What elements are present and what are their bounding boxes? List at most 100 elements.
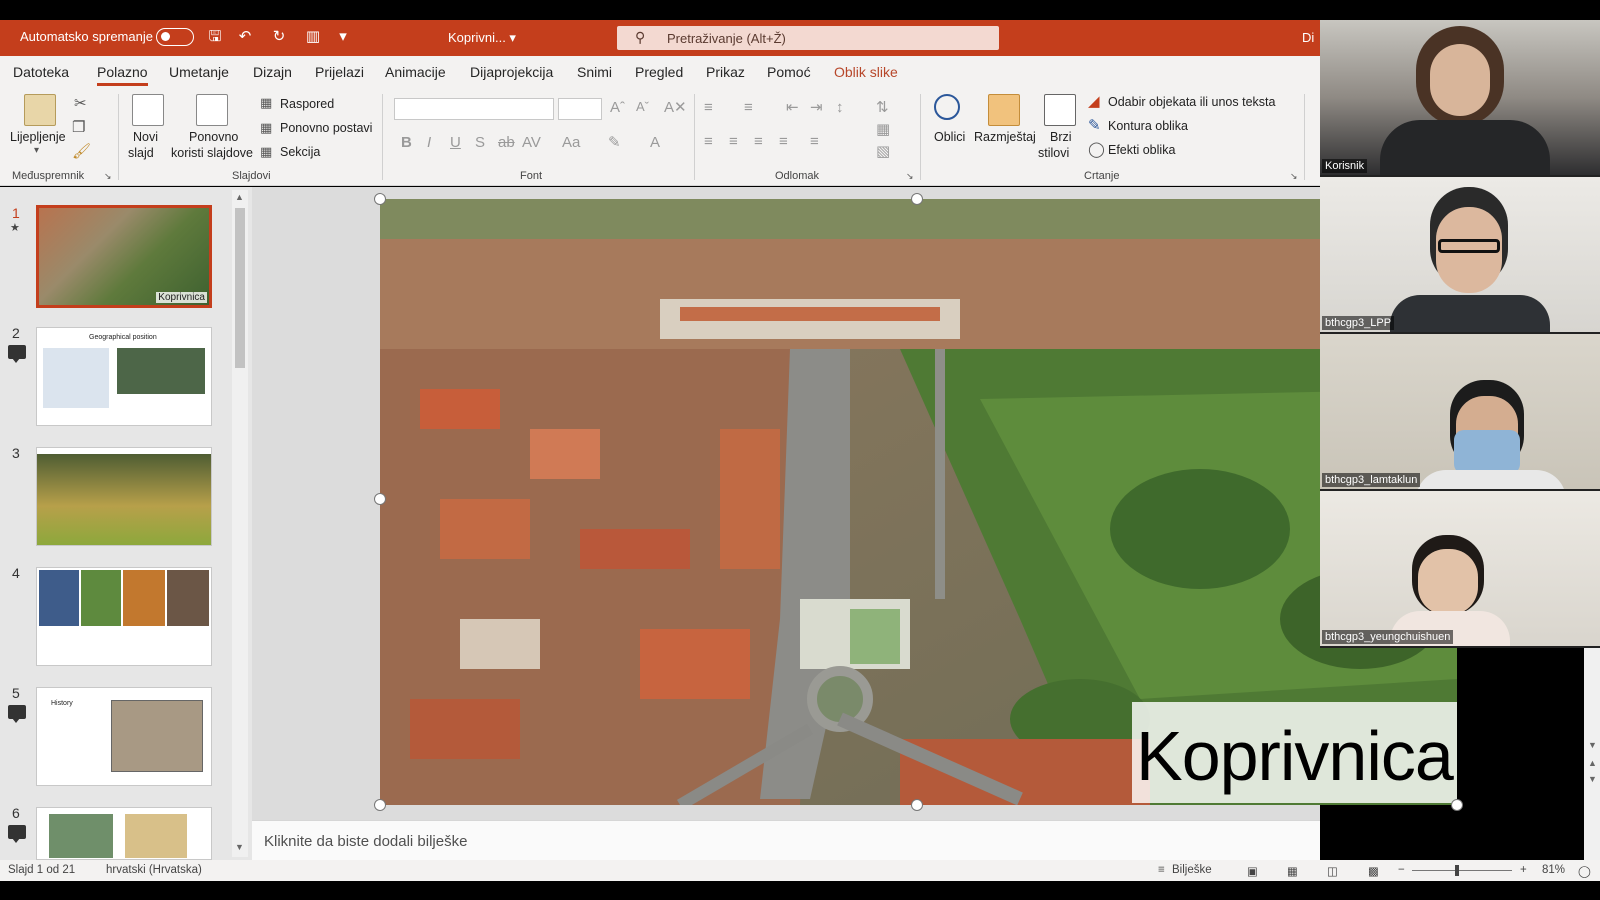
- save-icon[interactable]: 🖫: [206, 28, 224, 46]
- resize-handle[interactable]: [374, 799, 386, 811]
- customize-qat-icon[interactable]: ▾: [334, 28, 352, 46]
- thumbnail-slide-5[interactable]: History: [36, 687, 212, 786]
- notes-toggle-button[interactable]: Bilješke: [1172, 864, 1212, 876]
- thumbnail-scrollbar[interactable]: ▲ ▼: [232, 190, 248, 857]
- thumbnail-slide-2[interactable]: Geographical position: [36, 327, 212, 426]
- quick-styles-icon[interactable]: [1044, 94, 1076, 126]
- shrink-font-icon[interactable]: Aˇ: [636, 100, 649, 113]
- resize-handle[interactable]: [374, 193, 386, 205]
- align-text-icon[interactable]: ▦: [876, 122, 890, 137]
- comment-icon[interactable]: [8, 345, 26, 363]
- justify-icon[interactable]: ≡: [779, 134, 788, 149]
- arrange-icon[interactable]: [988, 94, 1020, 126]
- font-name-field[interactable]: [394, 98, 554, 120]
- user-name[interactable]: Di: [1302, 30, 1314, 45]
- zoom-slider-thumb[interactable]: [1455, 865, 1459, 876]
- cut-icon[interactable]: ✂: [74, 96, 87, 111]
- smartart-icon[interactable]: ▧: [876, 144, 890, 159]
- comment-icon[interactable]: [8, 825, 26, 843]
- paste-dropdown-icon[interactable]: ▾: [34, 146, 39, 156]
- shapes-button[interactable]: Oblici: [934, 130, 965, 144]
- shape-effects-button[interactable]: Efekti oblika: [1108, 143, 1175, 157]
- search-input[interactable]: ⚲ Pretraživanje (Alt+Ž): [617, 26, 999, 50]
- paste-button[interactable]: Lijepljenje: [10, 130, 66, 144]
- align-right-icon[interactable]: ≡: [754, 134, 763, 149]
- increase-indent-icon[interactable]: ⇥: [810, 100, 823, 115]
- tab-record[interactable]: Snimi: [577, 64, 612, 80]
- quick-styles-button[interactable]: Brzi: [1050, 130, 1072, 144]
- italic-icon[interactable]: I: [427, 135, 431, 150]
- shadow-icon[interactable]: S: [475, 135, 485, 150]
- section-button[interactable]: Sekcija: [280, 145, 320, 159]
- format-painter-icon[interactable]: 🖌: [72, 144, 91, 159]
- video-tile[interactable]: bthcgp3_yeungchuishuen: [1320, 491, 1600, 646]
- notes-pane[interactable]: Kliknite da biste dodali bilješke: [252, 820, 1320, 860]
- scroll-down-icon[interactable]: ▼: [1588, 740, 1597, 750]
- notes-toggle-icon[interactable]: ≡: [1158, 864, 1165, 876]
- resize-handle[interactable]: [374, 493, 386, 505]
- char-spacing-icon[interactable]: AV: [522, 135, 541, 150]
- resize-handle[interactable]: [911, 799, 923, 811]
- thumbnail-slide-3[interactable]: [36, 447, 212, 546]
- scroll-up-icon[interactable]: ▲: [235, 192, 244, 202]
- reset-button[interactable]: Ponovno postavi: [280, 121, 372, 135]
- arrange-button[interactable]: Razmještaj: [974, 130, 1036, 144]
- previous-slide-icon[interactable]: ▲: [1588, 758, 1597, 768]
- zoom-level[interactable]: 81%: [1542, 864, 1565, 876]
- shape-outline-button[interactable]: Kontura oblika: [1108, 119, 1188, 133]
- resize-handle[interactable]: [911, 193, 923, 205]
- comment-icon[interactable]: [8, 705, 26, 723]
- slideshow-icon[interactable]: ▩: [1368, 864, 1379, 878]
- zoom-out-icon[interactable]: −: [1398, 864, 1405, 876]
- reuse-slides-icon[interactable]: [196, 94, 228, 126]
- tab-transitions[interactable]: Prijelazi: [315, 64, 364, 80]
- paragraph-launcher-icon[interactable]: ↘: [906, 172, 914, 181]
- font-size-field[interactable]: [558, 98, 602, 120]
- select-objects-button[interactable]: Odabir objekata ili unos teksta: [1108, 95, 1275, 109]
- document-title[interactable]: Koprivni... ▾: [448, 30, 516, 46]
- clear-formatting-icon[interactable]: A✕: [664, 100, 687, 115]
- bold-icon[interactable]: B: [401, 135, 412, 150]
- undo-icon[interactable]: ↶: [236, 28, 254, 46]
- normal-view-icon[interactable]: ▣: [1247, 864, 1258, 878]
- slide-sorter-icon[interactable]: ▦: [1287, 864, 1298, 878]
- redo-icon[interactable]: ↻: [270, 28, 288, 46]
- language-indicator[interactable]: hrvatski (Hrvatska): [106, 864, 202, 876]
- tab-slideshow[interactable]: Dijaprojekcija: [470, 64, 553, 80]
- video-tile[interactable]: Korisnik: [1320, 20, 1600, 175]
- slide-scrollbar[interactable]: ▼ ▲ ▼: [1584, 648, 1600, 860]
- bullets-icon[interactable]: ≡: [704, 100, 713, 115]
- drawing-launcher-icon[interactable]: ↘: [1290, 172, 1298, 181]
- paste-icon[interactable]: [24, 94, 56, 126]
- reading-view-icon[interactable]: ◫: [1327, 864, 1338, 878]
- tab-review[interactable]: Pregled: [635, 64, 683, 80]
- decrease-indent-icon[interactable]: ⇤: [786, 100, 799, 115]
- slide-title-box[interactable]: Koprivnica: [1132, 702, 1457, 803]
- present-icon[interactable]: ▥: [304, 28, 322, 46]
- scroll-down-icon[interactable]: ▼: [235, 842, 244, 852]
- copy-icon[interactable]: ❐: [72, 120, 85, 135]
- tab-file[interactable]: Datoteka: [13, 64, 69, 80]
- resize-handle[interactable]: [1451, 799, 1463, 811]
- text-direction-icon[interactable]: ⇅: [876, 100, 889, 115]
- tab-view[interactable]: Prikaz: [706, 64, 745, 80]
- new-slide-icon[interactable]: [132, 94, 164, 126]
- zoom-slider[interactable]: [1412, 870, 1512, 871]
- thumbnail-slide-6[interactable]: [36, 807, 212, 860]
- strikethrough-icon[interactable]: ab: [498, 135, 515, 150]
- highlight-icon[interactable]: ✎: [608, 135, 621, 150]
- tab-picture-format[interactable]: Oblik slike: [834, 64, 898, 80]
- scrollbar-thumb[interactable]: [235, 208, 245, 368]
- thumbnail-slide-1[interactable]: Koprivnica: [36, 205, 212, 308]
- fit-to-window-icon[interactable]: ◯: [1578, 864, 1591, 878]
- autosave-toggle[interactable]: [156, 28, 194, 46]
- clipboard-launcher-icon[interactable]: ↘: [104, 172, 112, 181]
- underline-icon[interactable]: U: [450, 135, 461, 150]
- video-tile[interactable]: bthcgp3_LPP: [1320, 177, 1600, 332]
- change-case-icon[interactable]: Aa: [562, 135, 580, 150]
- tab-animations[interactable]: Animacije: [385, 64, 446, 80]
- align-left-icon[interactable]: ≡: [704, 134, 713, 149]
- reuse-slides-button[interactable]: Ponovno: [189, 130, 238, 144]
- tab-insert[interactable]: Umetanje: [169, 64, 229, 80]
- video-tile[interactable]: bthcgp3_lamtaklun: [1320, 334, 1600, 489]
